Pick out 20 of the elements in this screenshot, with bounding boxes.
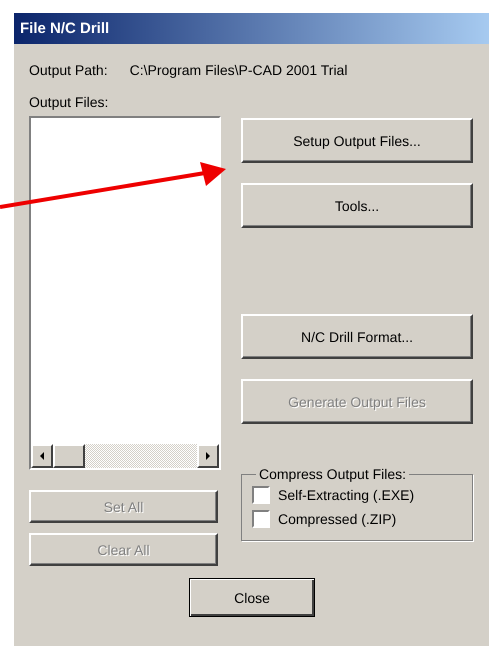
horizontal-scrollbar[interactable] xyxy=(31,444,219,468)
compress-checkbox[interactable]: Self-Extracting (.EXE) xyxy=(252,486,462,504)
output-path-label: Output Path: xyxy=(29,62,108,78)
output-path-value: C:\Program Files\P-CAD 2001 Trial xyxy=(130,62,348,78)
compress-checkbox[interactable]: Compressed (.ZIP) xyxy=(252,510,462,528)
window-title: File N/C Drill xyxy=(14,13,489,44)
close-button[interactable]: Close xyxy=(189,578,315,617)
scroll-thumb[interactable] xyxy=(53,444,85,468)
output-files-label: Output Files: xyxy=(29,94,110,112)
right-arrow-icon xyxy=(206,452,210,460)
scroll-left-button[interactable] xyxy=(31,444,53,468)
scroll-right-button[interactable] xyxy=(197,444,219,468)
setup-button[interactable]: Setup Output Files... xyxy=(241,118,473,163)
group-title: Compress Output Files: xyxy=(258,466,408,482)
output-button[interactable]: N/C Drill Format... xyxy=(241,314,473,359)
output-files-list[interactable] xyxy=(29,116,221,470)
left-arrow-icon xyxy=(40,452,44,460)
setup-button[interactable]: Tools... xyxy=(241,183,473,228)
checkbox[interactable] xyxy=(252,510,270,528)
checkbox[interactable] xyxy=(252,486,270,504)
